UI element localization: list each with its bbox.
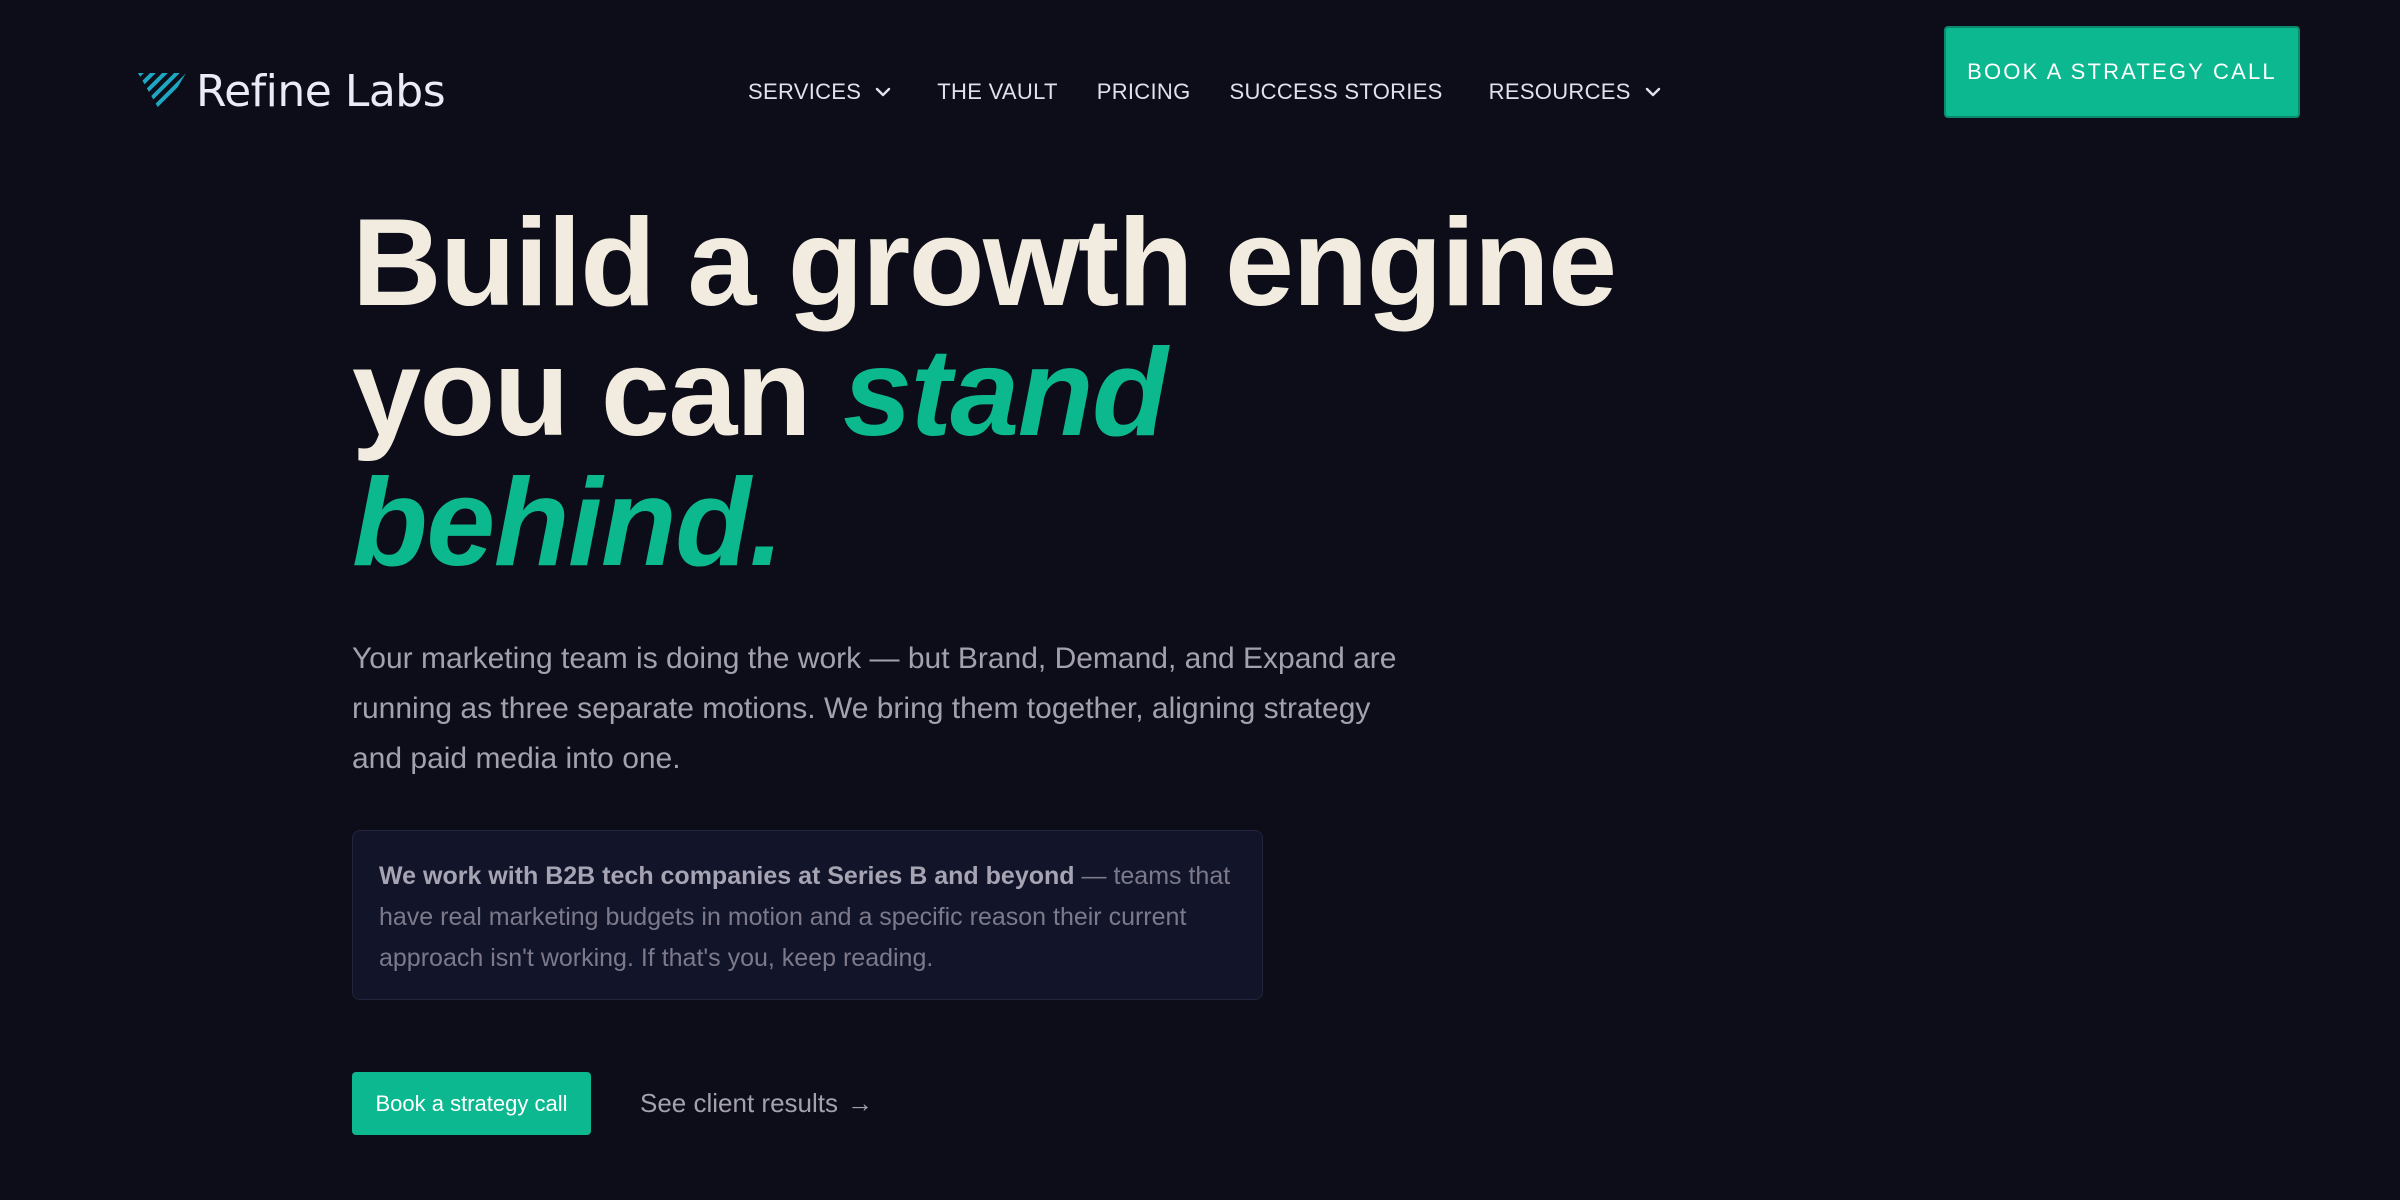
- nav-item-the-vault[interactable]: THE VAULT: [937, 81, 1057, 103]
- nav-item-label: RESOURCES: [1488, 79, 1631, 104]
- book-strategy-call-header-button[interactable]: BOOK A STRATEGY CALL: [1944, 26, 2300, 118]
- hero-headline-accent: stand: [843, 324, 1168, 462]
- hero-headline-line-2: you can stand: [352, 328, 1616, 458]
- nav-item-resources[interactable]: RESOURCES: [1489, 81, 1661, 103]
- chevron-down-icon: [876, 87, 891, 97]
- hero-headline-plain: you can: [352, 324, 812, 462]
- brand-logo[interactable]: Refine Labs: [136, 64, 446, 120]
- book-strategy-call-button[interactable]: Book a strategy call: [352, 1072, 591, 1135]
- audience-callout: We work with B2B tech companies at Serie…: [352, 830, 1263, 1000]
- hero-headline: Build a growth engine you can stand behi…: [352, 194, 1617, 592]
- striped-diamond-logo-icon: [138, 73, 186, 111]
- hero-headline-line-3: behind.: [352, 454, 784, 592]
- nav-item-label: PRICING: [1096, 79, 1191, 104]
- chevron-down-icon: [1645, 87, 1660, 97]
- hero-headline-line-1: Build a growth engine: [352, 194, 1617, 332]
- nav-item-label: SUCCESS STORIES: [1229, 79, 1443, 104]
- nav-item-pricing[interactable]: PRICING: [1097, 81, 1191, 103]
- hero-subtext: Your marketing team is doing the work — …: [352, 642, 1397, 775]
- audience-callout-strong: We work with B2B tech companies at Serie…: [379, 862, 1075, 890]
- arrow-right-icon: →: [846, 1088, 873, 1118]
- nav-item-success-stories[interactable]: SUCCESS STORIES: [1230, 81, 1443, 103]
- nav-item-services[interactable]: SERVICES: [748, 81, 891, 103]
- see-client-results-label: See client results: [640, 1088, 838, 1118]
- nav-item-label: THE VAULT: [937, 79, 1058, 104]
- brand-name: Refine Labs: [196, 66, 446, 117]
- main-nav: SERVICES THE VAULT PRICING SUCCESS STORI…: [748, 76, 1661, 108]
- nav-item-label: SERVICES: [748, 79, 862, 104]
- see-client-results-link[interactable]: See client results →: [640, 1072, 873, 1135]
